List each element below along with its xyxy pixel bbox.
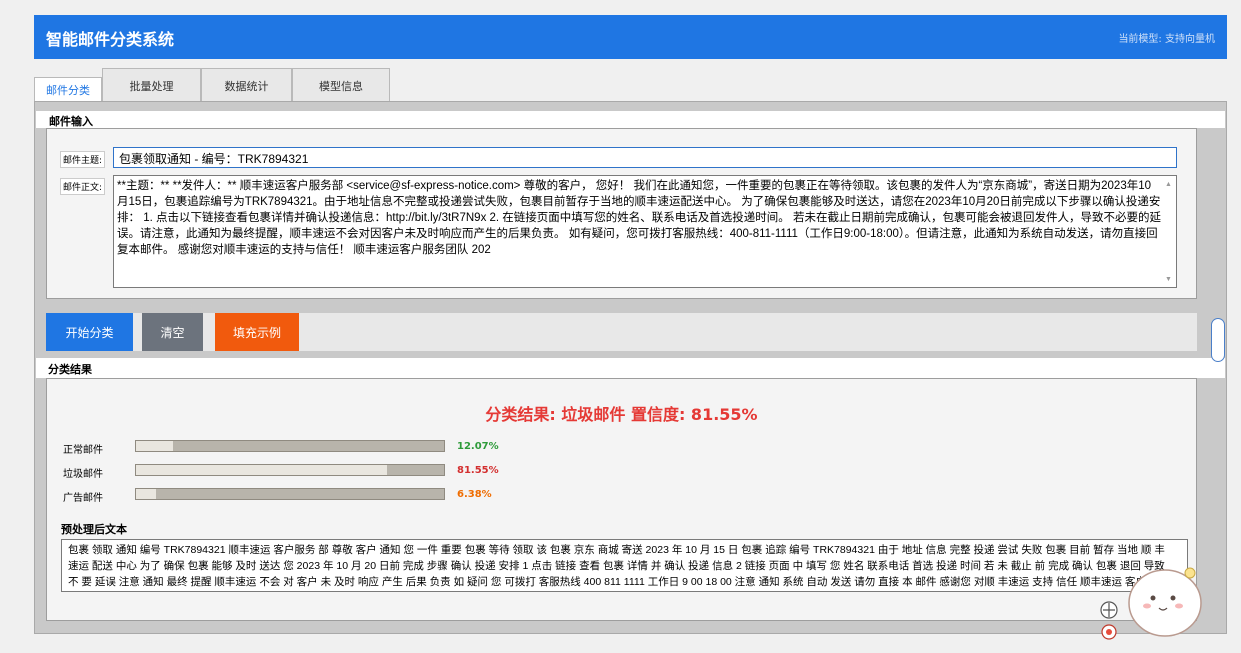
body-text: **主题：** **发件人：** 顺丰速运客户服务部 <service@sf-e… bbox=[117, 180, 1161, 256]
clear-button[interactable]: 清空 bbox=[142, 313, 203, 351]
tab-model-info[interactable]: 模型信息 bbox=[292, 68, 390, 102]
prob-label-spam: 垃圾邮件 bbox=[63, 469, 103, 480]
classify-button[interactable]: 开始分类 bbox=[46, 313, 133, 351]
app-header: 智能邮件分类系统 当前模型: 支持向量机 bbox=[34, 15, 1227, 59]
prob-fill-spam bbox=[136, 465, 388, 475]
scroll-down-icon[interactable]: ▼ bbox=[1165, 272, 1172, 287]
tab-statistics[interactable]: 数据统计 bbox=[201, 68, 292, 102]
button-bar: 开始分类 清空 填充示例 bbox=[46, 313, 1197, 351]
input-section-title: 邮件输入 bbox=[36, 111, 1225, 128]
prob-value-ad: 6.38% bbox=[457, 489, 492, 500]
side-panel-handle[interactable] bbox=[1211, 318, 1225, 362]
body-textarea[interactable]: **主题：** **发件人：** 顺丰速运客户服务部 <service@sf-e… bbox=[113, 175, 1177, 288]
result-headline: 分类结果: 垃圾邮件 置信度: 81.55% bbox=[485, 405, 758, 424]
model-info: 当前模型: 支持向量机 bbox=[1118, 34, 1215, 45]
scroll-up-icon[interactable]: ▲ bbox=[1165, 177, 1172, 193]
prob-bar-spam bbox=[135, 464, 445, 476]
prob-fill-ad bbox=[136, 489, 156, 499]
body-scrollbar[interactable]: ▲ ▼ bbox=[1163, 177, 1175, 287]
prob-fill-normal bbox=[136, 441, 174, 451]
prob-value-normal: 12.07% bbox=[457, 441, 499, 452]
prob-bar-normal bbox=[135, 440, 445, 452]
mascot-sticker bbox=[1100, 567, 1202, 640]
prob-value-spam: 81.55% bbox=[457, 465, 499, 476]
fill-example-button[interactable]: 填充示例 bbox=[215, 313, 299, 351]
subject-input[interactable]: 包裹领取通知 - 编号：TRK7894321 bbox=[113, 147, 1177, 168]
results-section: 分类结果: 垃圾邮件 置信度: 81.55% 正常邮件 12.07% 垃圾邮件 … bbox=[46, 378, 1197, 621]
prob-bar-ad bbox=[135, 488, 445, 500]
body-label: 邮件正文: bbox=[60, 178, 106, 195]
result-section-title: 分类结果 bbox=[36, 358, 1225, 378]
tab-classify[interactable]: 邮件分类 bbox=[34, 77, 102, 102]
tab-batch[interactable]: 批量处理 bbox=[102, 68, 201, 102]
preprocessed-text[interactable]: 包裹 领取 通知 编号 TRK7894321 顺丰速运 客户服务 部 尊敬 客户… bbox=[61, 539, 1188, 592]
subject-label: 邮件主题: bbox=[60, 151, 106, 168]
app-title: 智能邮件分类系统 bbox=[46, 30, 175, 49]
prob-label-normal: 正常邮件 bbox=[63, 445, 103, 456]
prob-label-ad: 广告邮件 bbox=[63, 493, 103, 504]
preprocessed-title: 预处理后文本 bbox=[61, 523, 127, 536]
